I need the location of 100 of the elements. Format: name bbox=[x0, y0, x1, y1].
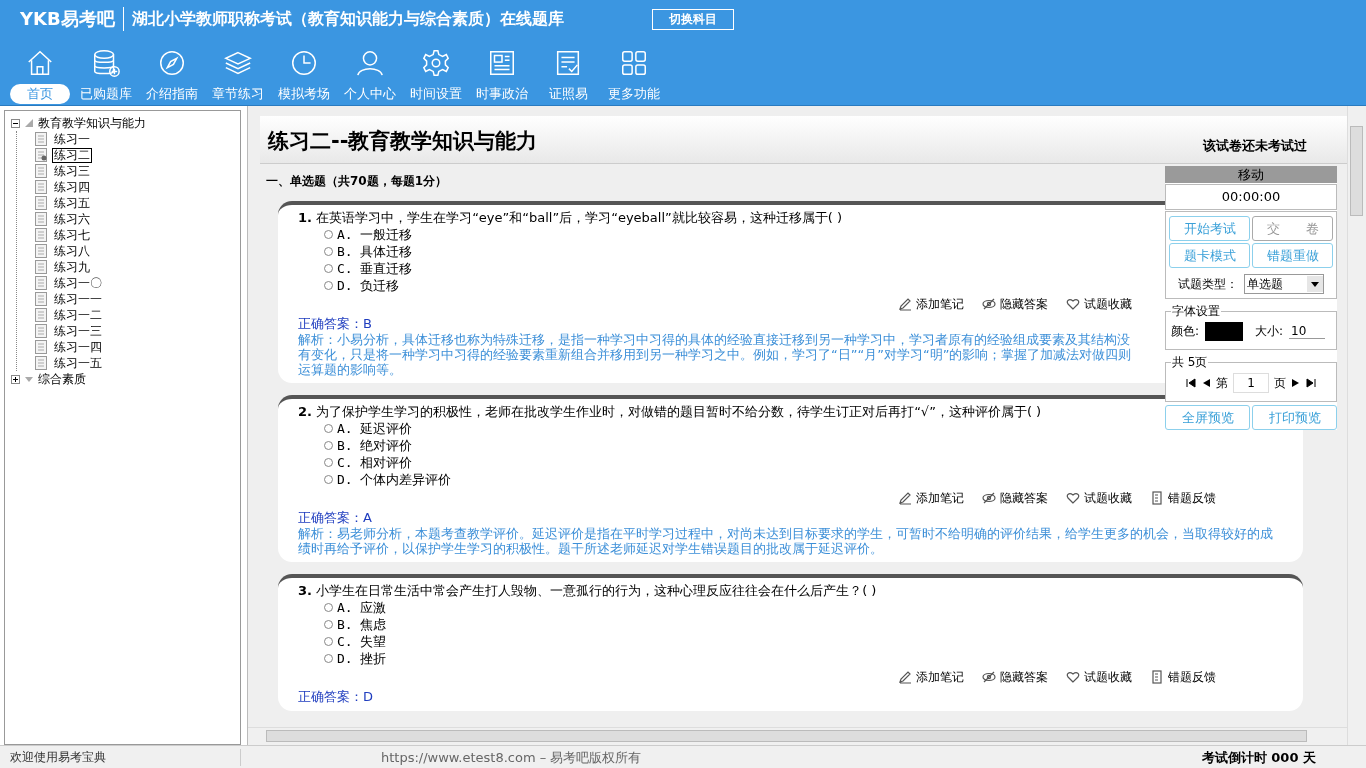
question-action[interactable]: 添加笔记 bbox=[898, 489, 964, 507]
tree-item[interactable]: 练习一一 bbox=[52, 291, 104, 307]
page-prefix: 第 bbox=[1216, 374, 1228, 392]
tree-folder[interactable]: 教育教学知识与能力 bbox=[38, 114, 146, 132]
first-page-icon[interactable] bbox=[1186, 378, 1196, 388]
eye-slash-icon bbox=[982, 297, 996, 311]
document-icon bbox=[35, 276, 47, 290]
tree-item[interactable]: 练习一〇 bbox=[52, 275, 104, 291]
page-suffix: 页 bbox=[1274, 374, 1286, 392]
question-text: 3. 小学生在日常生活中常会产生打人毁物、一意孤行的行为，这种心理反应往往会在什么后产生？( ) bbox=[298, 582, 877, 599]
book-icon bbox=[1150, 491, 1164, 505]
color-label: 颜色: bbox=[1171, 323, 1200, 340]
clock-icon[interactable] bbox=[289, 48, 319, 78]
option-text[interactable]: C. 垂直迁移 bbox=[337, 259, 413, 278]
answer-analysis: 解析：小易分析，具体迁移也称为特殊迁移，是指一种学习中习得的具体的经验直接迁移到另一种学习中，学习者原有的经验组成要素及其结构没有变化，只是将一种学习中习得的经验要素重新组合并移用到另一种学习之中。例如，学习了“日”“月”对学习“明”的影响；掌握了加减法对做四则运算题的影响等。 bbox=[298, 332, 1133, 377]
tree-folder[interactable]: 综合素质 bbox=[38, 370, 86, 388]
question-action[interactable]: 错题反馈 bbox=[1150, 489, 1216, 507]
question-action[interactable]: 添加笔记 bbox=[898, 668, 964, 686]
timer-display: 00:00:00 bbox=[1165, 184, 1337, 210]
question-action[interactable]: 隐藏答案 bbox=[982, 668, 1048, 686]
document-icon bbox=[35, 180, 47, 194]
exam-countdown: 考试倒计时 000 天 bbox=[1201, 748, 1317, 767]
option-text[interactable]: D. 个体内差异评价 bbox=[337, 470, 452, 489]
page-field[interactable]: 1 bbox=[1233, 373, 1269, 393]
document-icon bbox=[35, 356, 47, 370]
option-text[interactable]: B. 具体迁移 bbox=[337, 242, 413, 261]
pencil-icon bbox=[898, 491, 912, 505]
correct-answer: 正确答案：A bbox=[298, 510, 372, 526]
welcome-text: 欢迎使用易考宝典 bbox=[0, 749, 241, 766]
app-logo: YKB易考吧 bbox=[20, 7, 124, 31]
group-legend: 共 5页 bbox=[1171, 354, 1209, 371]
tree-item[interactable]: 练习九 bbox=[52, 259, 92, 275]
app-title: 湖北小学教师职称考试（教育知识能力与综合素质）在线题库 bbox=[130, 8, 564, 30]
person-icon[interactable] bbox=[355, 48, 385, 78]
question-action[interactable]: 添加笔记 bbox=[898, 295, 964, 313]
question-action[interactable]: 试题收藏 bbox=[1066, 489, 1132, 507]
question-action[interactable]: 错题反馈 bbox=[1150, 668, 1216, 686]
question-action[interactable]: 试题收藏 bbox=[1066, 295, 1132, 313]
tree-item[interactable]: 练习六 bbox=[52, 211, 92, 227]
correct-answer: 正确答案：D bbox=[298, 689, 373, 705]
tree-item[interactable]: 练习三 bbox=[52, 163, 92, 179]
section-heading: 一、单选题（共70题，每题1分） bbox=[266, 174, 448, 189]
option-text[interactable]: D. 挫折 bbox=[337, 649, 387, 668]
move-handle[interactable]: 移动 bbox=[1165, 166, 1337, 183]
document-icon bbox=[35, 212, 47, 226]
answer-analysis: 解析：易老师分析，本题考查教学评价。延迟评价是指在平时学习过程中，对尚未达到目标要求的学生，可暂时不给明确的评价结果，给学生更多的机会，当取得较好的成绩时再给予评价，以保护学生学习的积极性。题干所述老师延迟对学生错误题目的批改属于延迟评价。 bbox=[298, 526, 1274, 556]
document-icon bbox=[35, 260, 47, 274]
next-page-icon[interactable] bbox=[1291, 378, 1301, 388]
tree-item[interactable]: 练习五 bbox=[52, 195, 92, 211]
expand-icon[interactable] bbox=[11, 374, 20, 384]
last-page-icon[interactable] bbox=[1306, 378, 1316, 388]
tree-item[interactable]: 练习一四 bbox=[52, 339, 104, 355]
option-text[interactable]: B. 焦虑 bbox=[337, 615, 387, 634]
previous-page-icon[interactable] bbox=[1201, 378, 1211, 388]
settings-icon[interactable] bbox=[421, 48, 451, 78]
option-text[interactable]: B. 绝对评价 bbox=[337, 436, 413, 455]
horizontal-scrollbar[interactable] bbox=[248, 727, 1347, 745]
type-label: 试题类型： bbox=[1178, 275, 1238, 293]
tree-item[interactable]: 练习八 bbox=[52, 243, 92, 259]
tree-item[interactable]: 练习二 bbox=[52, 147, 92, 163]
tree-item[interactable]: 练习一二 bbox=[52, 307, 104, 323]
tree-item[interactable]: 练习四 bbox=[52, 179, 92, 195]
copyright-text: https://www.etest8.com – 易考吧版权所有 bbox=[380, 748, 643, 767]
option-text[interactable]: A. 延迟评价 bbox=[337, 419, 413, 438]
option-text[interactable]: D. 负迁移 bbox=[337, 276, 400, 295]
option-text[interactable]: C. 相对评价 bbox=[337, 453, 413, 472]
color-swatch[interactable] bbox=[1205, 322, 1244, 341]
option-text[interactable]: A. 应激 bbox=[337, 598, 387, 617]
document-icon bbox=[35, 132, 47, 146]
eye-slash-icon bbox=[982, 670, 996, 684]
document-icon bbox=[35, 324, 47, 338]
heart-icon bbox=[1066, 491, 1080, 505]
book-icon bbox=[1150, 670, 1164, 684]
size-field[interactable]: 10 bbox=[1289, 324, 1326, 339]
tree-item[interactable]: 练习一五 bbox=[52, 355, 104, 371]
question-action[interactable]: 隐藏答案 bbox=[982, 295, 1048, 313]
type-dropdown[interactable]: 单选题 bbox=[1244, 274, 1324, 294]
tree-item[interactable]: 练习一 bbox=[52, 131, 92, 147]
option-text[interactable]: C. 失望 bbox=[337, 632, 387, 651]
pencil-icon bbox=[898, 670, 912, 684]
database-icon[interactable] bbox=[91, 48, 121, 78]
triangle-icon bbox=[24, 118, 34, 128]
option-text[interactable]: A. 一般迁移 bbox=[337, 225, 413, 244]
document-icon bbox=[35, 340, 47, 354]
document-icon bbox=[35, 196, 47, 210]
tree-item[interactable]: 练习一三 bbox=[52, 323, 104, 339]
group-legend: 字体设置 bbox=[1171, 303, 1221, 320]
question-action[interactable]: 试题收藏 bbox=[1066, 668, 1132, 686]
newspaper-icon[interactable] bbox=[487, 48, 517, 78]
compass-icon[interactable] bbox=[157, 48, 187, 78]
triangle-icon bbox=[24, 374, 34, 384]
document-icon bbox=[35, 164, 47, 178]
question-action[interactable]: 隐藏答案 bbox=[982, 489, 1048, 507]
tree-item[interactable]: 练习七 bbox=[52, 227, 92, 243]
eye-slash-icon bbox=[982, 491, 996, 505]
correct-answer: 正确答案：B bbox=[298, 316, 372, 332]
collapse-icon[interactable] bbox=[11, 118, 20, 128]
vertical-scrollbar[interactable] bbox=[1347, 106, 1366, 745]
grid-icon[interactable] bbox=[619, 48, 649, 78]
home-icon[interactable] bbox=[25, 48, 55, 78]
